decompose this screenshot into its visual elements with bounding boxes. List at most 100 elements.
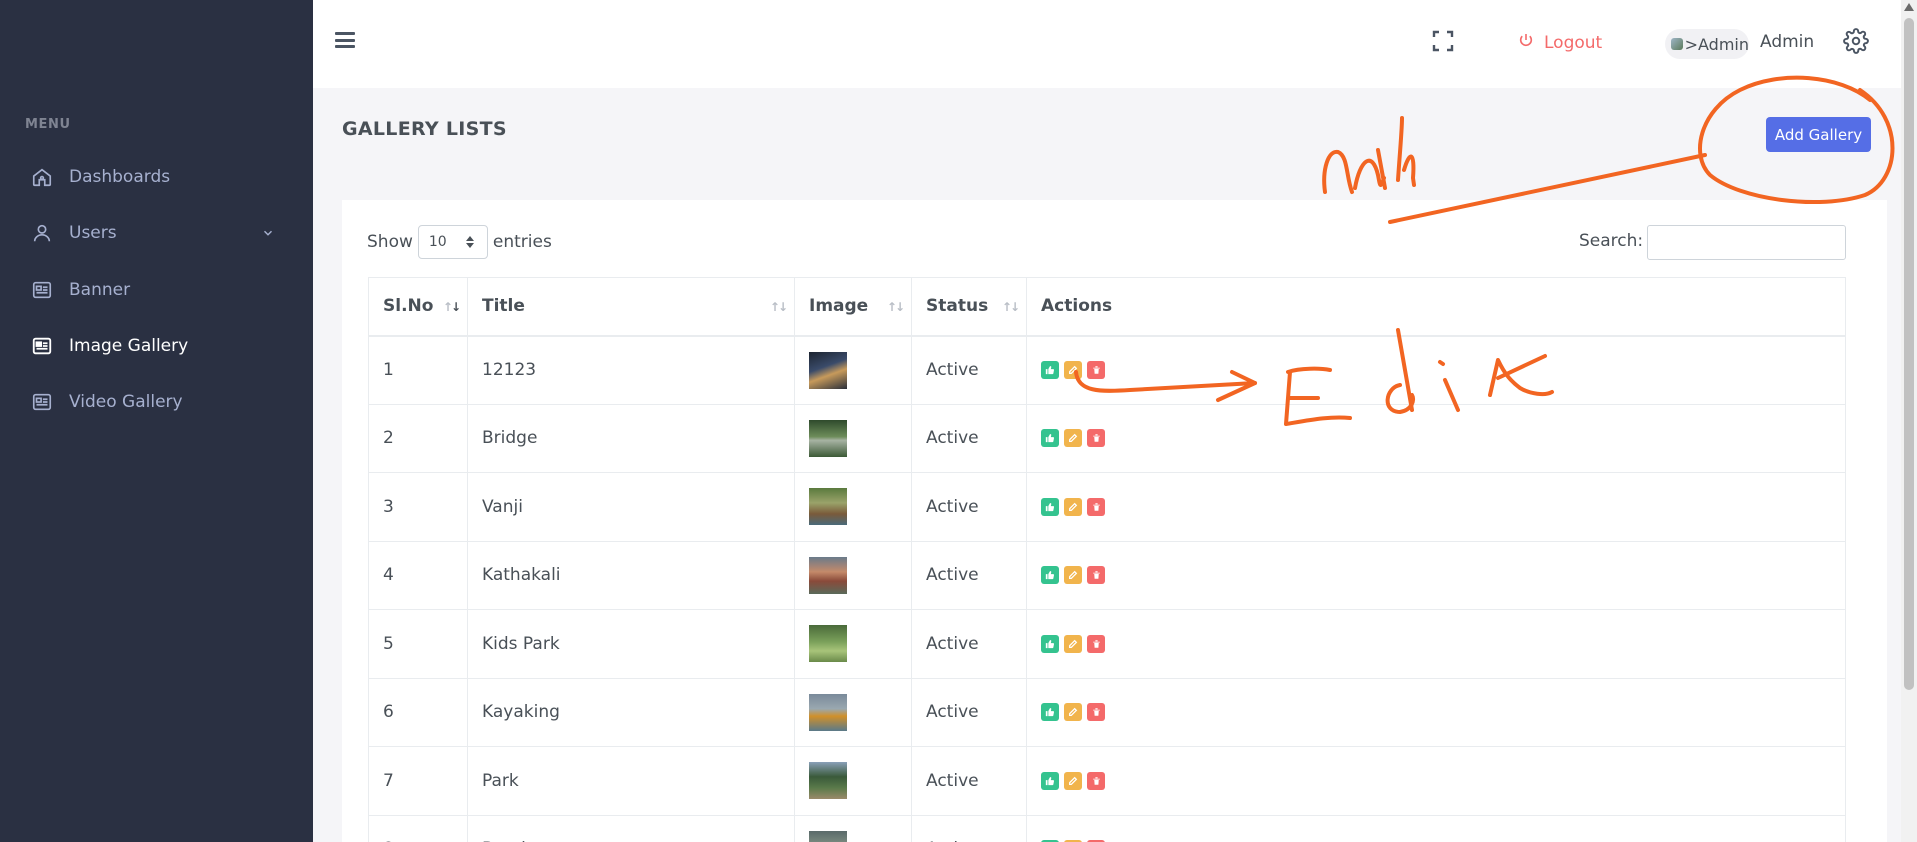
cell-slno: 1 bbox=[368, 335, 468, 405]
scroll-up-arrow-icon[interactable] bbox=[1904, 3, 1914, 11]
delete-button[interactable] bbox=[1087, 634, 1105, 653]
column-header-title[interactable]: Title ↑↓ bbox=[467, 277, 795, 337]
approve-button[interactable] bbox=[1041, 566, 1059, 585]
approve-button[interactable] bbox=[1041, 361, 1059, 379]
avatar-alt-text: >Admin bbox=[1684, 34, 1749, 54]
approve-button[interactable] bbox=[1041, 634, 1059, 653]
thumbs-up-icon bbox=[1045, 434, 1055, 443]
edit-button[interactable] bbox=[1064, 634, 1082, 653]
cell-slno: 8 bbox=[368, 814, 468, 842]
menu-toggle-icon[interactable] bbox=[335, 32, 355, 48]
cell-slno: 4 bbox=[368, 540, 468, 610]
gallery-thumbnail bbox=[809, 488, 847, 526]
approve-button[interactable] bbox=[1041, 771, 1059, 790]
approve-button[interactable] bbox=[1041, 497, 1059, 516]
cell-title: Kayaking bbox=[467, 677, 795, 747]
delete-button[interactable] bbox=[1087, 566, 1105, 585]
approve-button[interactable] bbox=[1041, 703, 1059, 722]
cell-status: Active bbox=[911, 677, 1027, 747]
edit-icon bbox=[1069, 776, 1078, 785]
cell-status: Active bbox=[911, 746, 1027, 816]
cell-status: Active bbox=[911, 335, 1027, 405]
thumbs-up-icon bbox=[1045, 366, 1055, 375]
page-length-select[interactable]: 10 bbox=[417, 225, 488, 259]
scrollbar-thumb[interactable] bbox=[1904, 18, 1914, 690]
cell-actions bbox=[1026, 677, 1846, 747]
thumbs-up-icon bbox=[1045, 502, 1055, 511]
edit-button[interactable] bbox=[1064, 497, 1082, 516]
column-header-status[interactable]: Status ↑↓ bbox=[911, 277, 1027, 337]
edit-button[interactable] bbox=[1064, 566, 1082, 585]
fullscreen-icon[interactable] bbox=[1431, 29, 1455, 53]
trash-icon bbox=[1092, 777, 1100, 785]
logout-button[interactable]: Logout bbox=[1518, 32, 1602, 53]
edit-button[interactable] bbox=[1064, 429, 1082, 448]
sort-icon bbox=[465, 235, 475, 253]
cell-slno: 5 bbox=[368, 609, 468, 679]
cell-title: Park bbox=[467, 746, 795, 816]
home-icon bbox=[30, 165, 54, 189]
column-header-slno[interactable]: Sl.No ↑↓ bbox=[368, 277, 468, 337]
avatar[interactable]: >Admin bbox=[1665, 29, 1749, 59]
sidebar-item-label: Dashboards bbox=[69, 167, 171, 187]
edit-icon bbox=[1069, 365, 1078, 374]
trash-icon bbox=[1092, 640, 1100, 648]
sidebar-item-users[interactable]: Users bbox=[30, 213, 285, 253]
newspaper-icon bbox=[30, 278, 54, 302]
delete-button[interactable] bbox=[1087, 771, 1105, 790]
delete-button[interactable] bbox=[1087, 497, 1105, 516]
column-header-actions: Actions bbox=[1026, 277, 1846, 337]
show-label: Show bbox=[367, 232, 413, 252]
add-gallery-button[interactable]: Add Gallery bbox=[1766, 117, 1871, 152]
cell-title: Vanji bbox=[467, 472, 795, 542]
table-row: 5 Kids Park Active bbox=[368, 609, 1846, 679]
cell-title: Kids Park bbox=[467, 609, 795, 679]
delete-button[interactable] bbox=[1087, 703, 1105, 722]
logout-label: Logout bbox=[1544, 32, 1603, 53]
cell-title: Bridge bbox=[467, 403, 795, 473]
sidebar: MENU Dashboards Users Banner Image Galle… bbox=[0, 0, 313, 842]
thumbs-up-icon bbox=[1045, 639, 1055, 648]
user-name[interactable]: Admin bbox=[1760, 32, 1814, 52]
cell-slno: 2 bbox=[368, 403, 468, 473]
cell-title: 12123 bbox=[467, 335, 795, 405]
edit-button[interactable] bbox=[1064, 361, 1082, 379]
delete-button[interactable] bbox=[1087, 361, 1105, 379]
cell-actions bbox=[1026, 335, 1846, 405]
thumbs-up-icon bbox=[1045, 776, 1055, 785]
cell-image bbox=[794, 814, 912, 842]
cell-slno: 6 bbox=[368, 677, 468, 747]
trash-icon bbox=[1092, 503, 1100, 511]
gallery-thumbnail bbox=[809, 830, 847, 842]
sort-icon: ↑↓ bbox=[769, 300, 788, 314]
column-header-image[interactable]: Image ↑↓ bbox=[794, 277, 912, 337]
sidebar-item-banner[interactable]: Banner bbox=[30, 270, 285, 310]
top-header: Logout >Admin Admin bbox=[313, 0, 1901, 88]
page-length-value: 10 bbox=[428, 234, 447, 250]
sidebar-item-video-gallery[interactable]: Video Gallery bbox=[30, 382, 285, 422]
search-input[interactable] bbox=[1647, 225, 1846, 260]
cell-image bbox=[794, 746, 912, 816]
cell-title: Boating bbox=[467, 814, 795, 842]
gallery-thumbnail bbox=[809, 625, 847, 663]
delete-button[interactable] bbox=[1087, 429, 1105, 448]
sidebar-item-label: Users bbox=[69, 223, 117, 243]
thumbs-up-icon bbox=[1045, 708, 1055, 717]
trash-icon bbox=[1092, 571, 1100, 579]
edit-button[interactable] bbox=[1064, 703, 1082, 722]
cell-image bbox=[794, 403, 912, 473]
trash-icon bbox=[1092, 366, 1100, 374]
cell-actions bbox=[1026, 609, 1846, 679]
sidebar-item-label: Video Gallery bbox=[69, 392, 183, 412]
cell-status: Active bbox=[911, 540, 1027, 610]
search-label: Search: bbox=[1579, 231, 1644, 251]
gallery-thumbnail bbox=[809, 351, 847, 389]
approve-button[interactable] bbox=[1041, 429, 1059, 448]
vertical-scrollbar[interactable] bbox=[1901, 0, 1917, 842]
edit-button[interactable] bbox=[1064, 771, 1082, 790]
sidebar-item-image-gallery[interactable]: Image Gallery bbox=[30, 326, 285, 366]
sidebar-item-dashboards[interactable]: Dashboards bbox=[30, 157, 285, 197]
gear-icon[interactable] bbox=[1843, 28, 1869, 54]
table-row: 2 Bridge Active bbox=[368, 403, 1846, 473]
sort-icon: ↑↓ bbox=[442, 300, 461, 314]
